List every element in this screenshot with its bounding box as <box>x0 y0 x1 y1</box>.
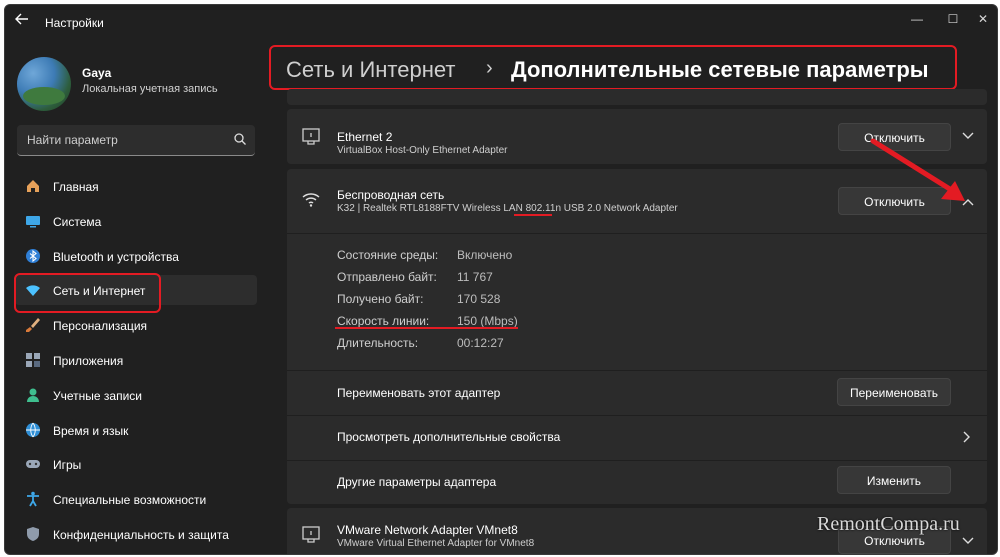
sidebar-item-personalization[interactable]: Персонализация <box>15 310 257 340</box>
minimize-button[interactable]: — <box>902 9 932 29</box>
divider <box>287 233 987 234</box>
detail-label: Получено байт: <box>337 292 424 306</box>
bluetooth-icon <box>26 248 40 263</box>
sidebar-item-label: Bluetooth и устройства <box>53 249 179 264</box>
adapter-card-partial <box>287 89 987 105</box>
settings-window: Настройки — ☐ ✕ Gaya Локальная учетная з… <box>4 4 998 555</box>
rename-button[interactable]: Переименовать <box>837 378 951 406</box>
app-title: Настройки <box>45 16 104 30</box>
wifi-icon <box>302 193 320 207</box>
sidebar-item-accessibility[interactable]: Специальные возможности <box>15 484 257 514</box>
rename-label: Переименовать этот адаптер <box>337 386 501 400</box>
detail-value: Включено <box>457 248 513 262</box>
sidebar-item-label: Главная <box>53 180 99 194</box>
sidebar-item-label: Специальные возможности <box>53 493 207 508</box>
apps-icon <box>26 352 40 367</box>
sidebar-item-apps[interactable]: Приложения <box>15 345 257 375</box>
system-icon <box>26 215 40 228</box>
sidebar-item-label: Учетные записи <box>53 388 142 403</box>
sidebar-item-bluetooth[interactable]: Bluetooth и устройства <box>15 241 257 271</box>
adapter-subtitle: VirtualBox Host-Only Ethernet Adapter <box>337 145 508 156</box>
adapter-title: VMware Network Adapter VMnet8 <box>337 523 518 537</box>
adapter-title: Беспроводная сеть <box>337 188 445 202</box>
ethernet-icon <box>302 526 320 543</box>
detail-label: Скорость линии: <box>337 314 430 328</box>
red-arrow-annotation <box>870 138 965 201</box>
back-button[interactable] <box>15 13 31 27</box>
change-button[interactable]: Изменить <box>837 466 951 494</box>
home-icon <box>27 180 39 192</box>
title-bar: Настройки — ☐ ✕ <box>5 5 997 35</box>
detail-value: 11 767 <box>457 270 493 284</box>
divider <box>287 415 987 416</box>
search-icon <box>234 133 246 145</box>
avatar[interactable] <box>17 57 71 111</box>
search-input[interactable]: Найти параметр <box>17 125 255 156</box>
adapter-subtitle: VMware Virtual Ethernet Adapter for VMne… <box>337 538 535 549</box>
sidebar-item-label: Время и язык <box>53 423 129 438</box>
sidebar-item-label: Персонализация <box>53 319 148 334</box>
ethernet-icon <box>302 128 320 145</box>
adapter-subtitle: K32 | Realtek RTL8188FTV Wireless LAN 80… <box>337 203 678 214</box>
watermark: RemontCompa.ru <box>817 513 960 535</box>
globe-icon <box>26 422 40 437</box>
sidebar-item-label: Конфиденциальность и защита <box>53 527 229 542</box>
properties-label[interactable]: Просмотреть дополнительные свойства <box>337 430 560 444</box>
sidebar-item-label: Приложения <box>53 353 124 368</box>
adapter-title: Ethernet 2 <box>337 130 393 144</box>
detail-label: Отправлено байт: <box>337 270 437 284</box>
highlight-breadcrumb <box>269 45 957 90</box>
chevron-down-icon[interactable] <box>962 534 976 548</box>
accessibility-icon <box>27 491 39 507</box>
divider <box>287 460 987 461</box>
account-icon <box>27 388 39 402</box>
other-params-label: Другие параметры адаптера <box>337 475 497 489</box>
detail-value: 150 (Mbps) <box>457 314 518 328</box>
brush-icon <box>26 318 40 333</box>
underline-80211n <box>514 214 552 216</box>
sidebar-item-label: Игры <box>53 458 82 473</box>
detail-value: 00:12:27 <box>457 336 504 350</box>
gamepad-icon <box>26 460 40 469</box>
shield-icon <box>27 526 39 541</box>
user-name: Gaya <box>82 66 112 80</box>
underline-speed <box>335 327 518 329</box>
divider <box>287 370 987 371</box>
sidebar-item-privacy[interactable]: Конфиденциальность и защита <box>15 519 257 549</box>
account-type: Локальная учетная запись <box>82 83 218 95</box>
detail-label: Состояние среды: <box>337 248 439 262</box>
maximize-button[interactable]: ☐ <box>938 9 968 29</box>
detail-label: Длительность: <box>337 336 419 350</box>
sidebar-item-system[interactable]: Система <box>15 206 257 236</box>
sidebar-item-gaming[interactable]: Игры <box>15 449 257 479</box>
sidebar-item-label: Система <box>53 214 102 229</box>
search-placeholder: Найти параметр <box>27 133 118 147</box>
sidebar-nav: Главная Система Bluetooth и устройства С… <box>15 171 257 554</box>
close-button[interactable]: ✕ <box>968 9 997 29</box>
detail-value: 170 528 <box>457 292 501 306</box>
highlight-network <box>14 273 161 313</box>
chevron-right-icon[interactable] <box>963 431 977 445</box>
back-arrow-icon <box>15 13 28 25</box>
sidebar-item-accounts[interactable]: Учетные записи <box>15 380 257 410</box>
sidebar-item-time-language[interactable]: Время и язык <box>15 415 257 445</box>
sidebar-item-home[interactable]: Главная <box>15 171 257 201</box>
